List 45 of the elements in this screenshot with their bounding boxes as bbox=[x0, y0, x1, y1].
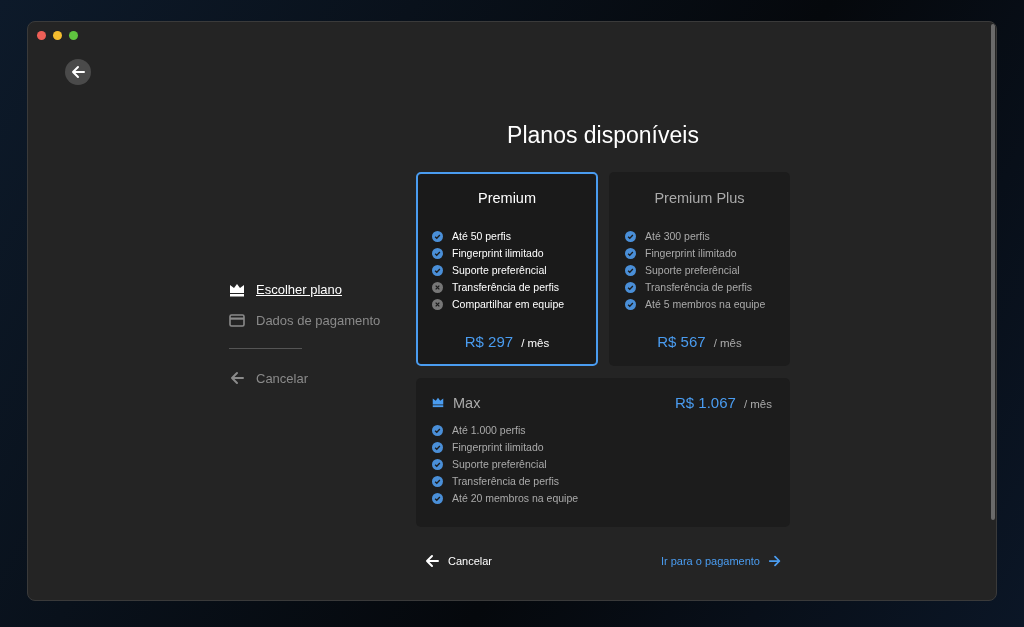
arrow-right-icon bbox=[768, 554, 782, 568]
plan-name: Premium bbox=[477, 190, 537, 206]
price-period: / mês bbox=[521, 337, 550, 349]
feature-text: Suporte preferêncial bbox=[645, 263, 740, 277]
feature-text: Fingerprint ilimitado bbox=[645, 246, 737, 260]
feature-text: Suporte preferêncial bbox=[452, 263, 547, 277]
feature-text: Compartilhar em equipe bbox=[452, 297, 565, 311]
plan-price: R$ 297 bbox=[464, 333, 514, 350]
back-arrow-icon bbox=[70, 64, 86, 80]
credit-card-icon bbox=[229, 314, 245, 327]
plan-name: Max bbox=[453, 394, 482, 411]
feature-text: Transferência de perfis bbox=[452, 474, 559, 488]
feature-text: Até 1.000 perfis bbox=[452, 423, 526, 437]
feature-text: Fingerprint ilimitado bbox=[452, 440, 544, 454]
feature-text: Até 50 perfis bbox=[452, 229, 511, 243]
feature-text: Fingerprint ilimitado bbox=[452, 246, 544, 260]
crown-icon bbox=[432, 397, 444, 408]
price-period: / mês bbox=[743, 398, 772, 410]
back-button[interactable] bbox=[65, 59, 91, 85]
feature-text: Transferência de perfis bbox=[645, 280, 752, 294]
minimize-button[interactable] bbox=[53, 31, 62, 40]
cancel-button[interactable]: Cancelar bbox=[424, 553, 493, 569]
plan-card[interactable]: Premium Plus Até 300 perfis Fingerprint ilimitado Suporte preferêncial Transferência de perfis Até 5 membros na equipe R$ 567 / mês bbox=[609, 172, 790, 366]
feature-text: Suporte preferêncial bbox=[452, 457, 547, 471]
plan-name: Premium Plus bbox=[653, 190, 746, 206]
step-link[interactable]: Escolher plano bbox=[256, 282, 342, 297]
feature-text: Até 20 membros na equipe bbox=[452, 491, 579, 505]
feature-text: Até 300 perfis bbox=[645, 229, 710, 243]
cancel-link[interactable]: Cancelar bbox=[229, 363, 416, 393]
zoom-button[interactable] bbox=[69, 31, 78, 40]
step-link[interactable]: Dados de pagamento bbox=[256, 313, 381, 328]
price-period: / mês bbox=[713, 337, 742, 349]
feature-text: Transferência de perfis bbox=[452, 280, 559, 294]
arrow-left-icon bbox=[229, 370, 245, 386]
continue-button[interactable]: Ir para o pagamento bbox=[660, 554, 782, 568]
feature-text: Até 5 membros na equipe bbox=[645, 297, 766, 311]
page-title: Planos disponíveis bbox=[506, 121, 700, 149]
plan-price: R$ 567 bbox=[657, 333, 706, 350]
close-button[interactable] bbox=[37, 31, 46, 40]
arrow-left-icon bbox=[424, 553, 440, 569]
plan-card[interactable]: Max R$ 1.067 / mês Até 1.000 perfis Fingerprint ilimitado Suporte preferêncial Transferência de perfis Até 20 membros na equipe bbox=[416, 378, 790, 527]
plan-price: R$ 1.067 bbox=[675, 394, 736, 411]
plan-card[interactable]: Premium Até 50 perfis Fingerprint ilimitado Suporte preferêncial Transferência de perfis Compartilhar em equipe R$ 297 / mês bbox=[416, 172, 598, 366]
crown-icon bbox=[229, 282, 245, 297]
scrollbar[interactable] bbox=[991, 24, 995, 520]
